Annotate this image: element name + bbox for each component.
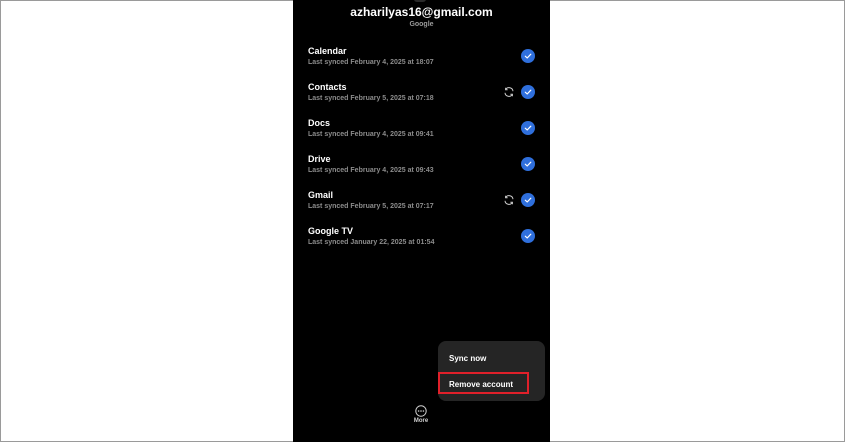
more-label: More [413, 418, 429, 424]
sync-item-title: Drive [308, 154, 331, 164]
sync-item-drive[interactable]: Drive Last synced February 4, 2025 at 09:… [293, 148, 550, 184]
status-notch [414, 0, 426, 2]
sync-item-title: Docs [308, 118, 331, 128]
checkmark-icon[interactable] [521, 49, 535, 63]
highlight-annotation [438, 372, 529, 394]
sync-item-docs[interactable]: Docs Last synced February 4, 2025 at 09:4… [293, 112, 550, 148]
sync-item-title: Calendar [308, 46, 347, 56]
phone-screen: azharilyas16@gmail.com Google Calendar La… [293, 0, 550, 442]
account-provider: Google [409, 21, 434, 28]
checkmark-icon[interactable] [521, 157, 535, 171]
sync-item-last-synced: Last synced January 22, 2025 at 01:54 [308, 239, 435, 246]
sync-list: Calendar Last synced February 4, 2025 at … [293, 40, 550, 256]
sync-now-menu-item[interactable]: Sync now [449, 354, 486, 363]
sync-in-progress-icon [502, 85, 516, 99]
account-email: azharilyas16@gmail.com [350, 5, 493, 19]
sync-item-google-tv[interactable]: Google TV Last synced January 22, 2025 at… [293, 220, 550, 256]
sync-item-last-synced: Last synced February 5, 2025 at 07:17 [308, 203, 434, 210]
sync-item-last-synced: Last synced February 5, 2025 at 07:18 [308, 95, 434, 102]
sync-item-gmail[interactable]: Gmail Last synced February 5, 2025 at 07:… [293, 184, 550, 220]
checkmark-icon[interactable] [521, 85, 535, 99]
sync-item-last-synced: Last synced February 4, 2025 at 09:41 [308, 131, 434, 138]
sync-item-title: Contacts [308, 82, 347, 92]
sync-item-title: Gmail [308, 190, 334, 200]
sync-item-calendar[interactable]: Calendar Last synced February 4, 2025 at … [293, 40, 550, 76]
sync-item-last-synced: Last synced February 4, 2025 at 09:43 [308, 167, 434, 174]
sync-item-last-synced: Last synced February 4, 2025 at 18:07 [308, 59, 434, 66]
more-button[interactable]: More [409, 405, 433, 427]
sync-item-title: Google TV [308, 226, 353, 236]
sync-item-contacts[interactable]: Contacts Last synced February 5, 2025 at … [293, 76, 550, 112]
sync-in-progress-icon [502, 193, 516, 207]
checkmark-icon[interactable] [521, 229, 535, 243]
checkmark-icon[interactable] [521, 121, 535, 135]
checkmark-icon[interactable] [521, 193, 535, 207]
more-horizontal-icon [415, 405, 427, 417]
